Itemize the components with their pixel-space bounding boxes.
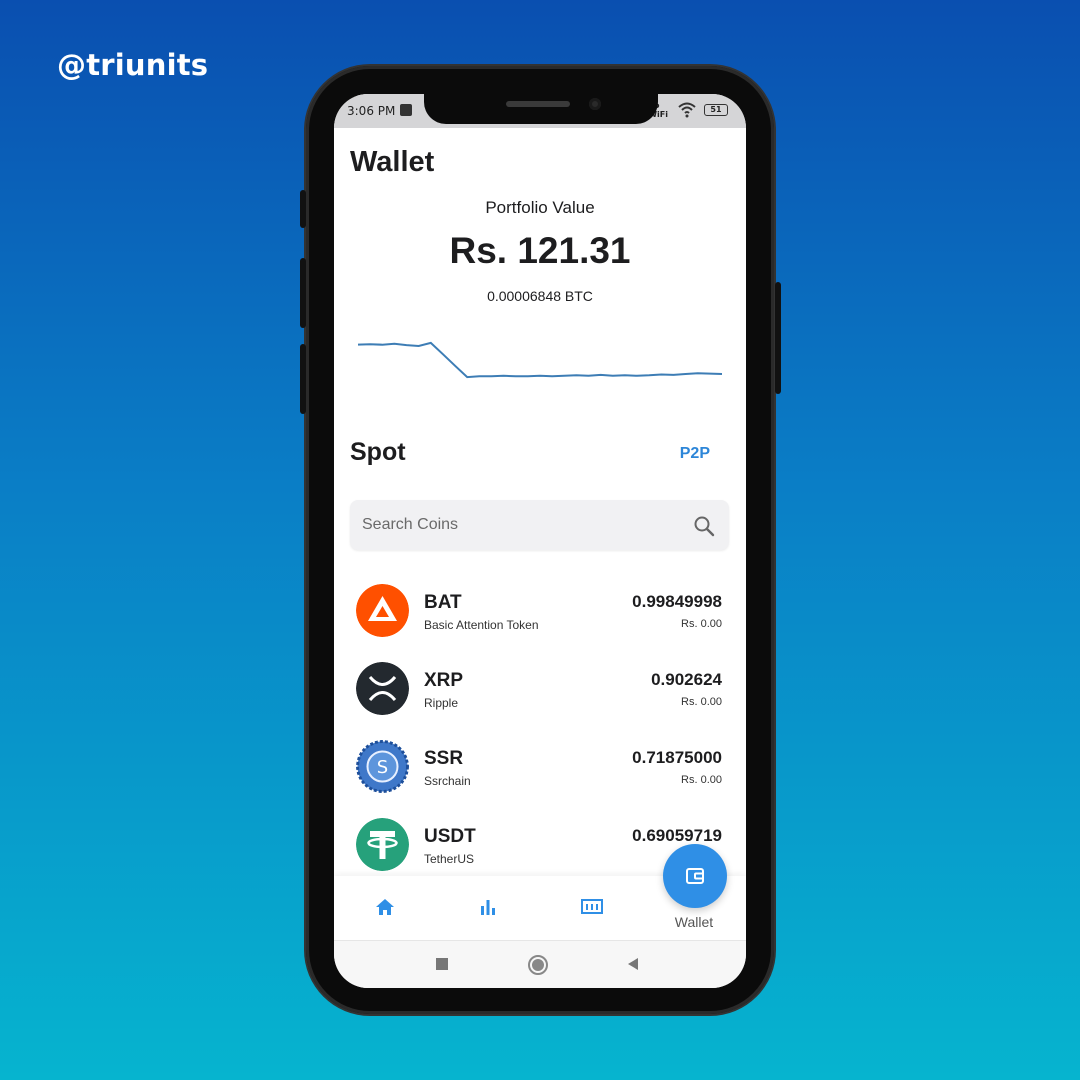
bat-logo-icon — [356, 584, 409, 637]
svg-text:S: S — [377, 757, 388, 778]
coin-row-xrp[interactable]: XRP Ripple 0.902624 Rs. 0.00 — [334, 648, 746, 726]
coin-list: BAT Basic Attention Token 0.99849998 Rs.… — [334, 570, 746, 882]
coin-name: Ssrchain — [424, 774, 471, 788]
coin-amount: 0.69059719 — [632, 826, 722, 845]
search-bar — [350, 500, 729, 550]
battery-icon: 51 — [704, 104, 728, 116]
coin-symbol: SSR — [424, 748, 464, 769]
front-camera — [589, 98, 601, 110]
search-icon[interactable] — [693, 515, 715, 537]
back-icon[interactable] — [626, 957, 640, 971]
coin-amount: 0.99849998 — [632, 592, 722, 611]
coin-symbol: XRP — [424, 670, 464, 691]
coin-fiat-value: Rs. 0.00 — [681, 618, 722, 630]
home-icon[interactable] — [374, 896, 396, 918]
ticker-icon[interactable] — [580, 896, 604, 918]
page-title: Wallet — [350, 146, 435, 178]
coin-fiat-value: Rs. 0.00 — [681, 774, 722, 786]
recents-icon[interactable] — [435, 957, 449, 971]
wifi-icon — [678, 102, 696, 118]
ssr-logo-icon: S — [356, 740, 409, 793]
coin-name: TetherUS — [424, 852, 475, 866]
portfolio-chart — [358, 341, 722, 379]
usdt-logo-icon — [356, 818, 409, 871]
system-nav-bar — [334, 940, 746, 988]
search-input[interactable] — [362, 500, 682, 550]
portfolio-label: Portfolio Value — [485, 198, 595, 217]
volume-down-button — [300, 344, 306, 414]
wallet-nav-button[interactable] — [663, 844, 727, 908]
power-button — [775, 282, 781, 394]
coin-symbol: USDT — [424, 826, 476, 847]
portfolio-series-line — [358, 341, 722, 379]
home-system-icon[interactable] — [527, 954, 549, 976]
coin-name: Ripple — [424, 696, 459, 710]
coin-amount: 0.71875000 — [632, 748, 722, 767]
notification-icon — [400, 104, 412, 116]
section-title-spot: Spot — [350, 438, 406, 466]
bar-chart-icon[interactable] — [478, 896, 498, 918]
status-time: 3:06 PM — [347, 104, 396, 118]
portfolio-value: Rs. 121.31 — [449, 230, 631, 271]
coin-row-bat[interactable]: BAT Basic Attention Token 0.99849998 Rs.… — [334, 570, 746, 648]
speaker-grille — [506, 101, 570, 107]
coin-symbol: BAT — [424, 592, 462, 613]
wallet-icon — [686, 868, 704, 884]
coin-row-ssr[interactable]: S SSR Ssrchain 0.71875000 Rs. 0.00 — [334, 726, 746, 804]
portfolio-btc-value: 0.00006848 BTC — [487, 288, 593, 304]
coin-name: Basic Attention Token — [424, 618, 539, 632]
brand-handle: @triunits — [57, 48, 209, 82]
phone-side-button — [300, 190, 306, 228]
wallet-nav-label: Wallet — [674, 914, 714, 930]
phone-notch — [424, 94, 658, 124]
p2p-button[interactable]: P2P — [680, 445, 710, 463]
coin-amount: 0.902624 — [651, 670, 722, 689]
phone-screen: 3:06 PM Vo WiFi 51 Wallet Portfolio Valu… — [334, 94, 746, 988]
coin-fiat-value: Rs. 0.00 — [681, 696, 722, 708]
xrp-logo-icon — [356, 662, 409, 715]
volume-up-button — [300, 258, 306, 328]
